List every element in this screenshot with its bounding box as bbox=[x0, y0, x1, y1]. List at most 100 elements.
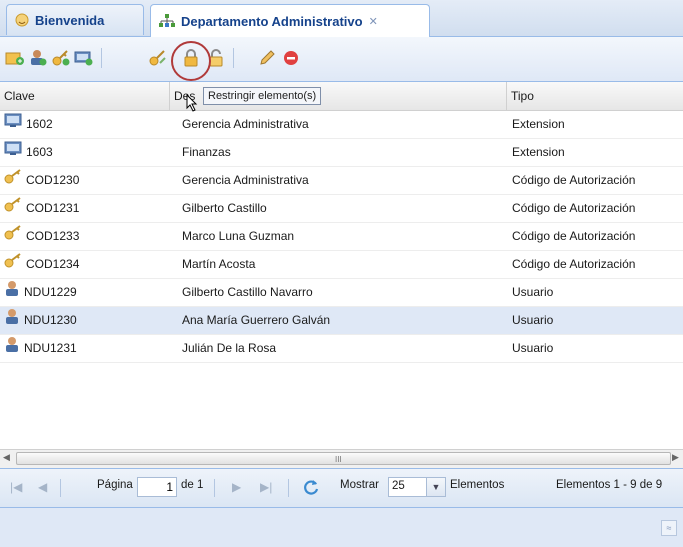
add-extension-button[interactable] bbox=[4, 47, 26, 69]
welcome-icon bbox=[15, 13, 29, 27]
column-header-tipo[interactable]: Tipo bbox=[507, 82, 683, 110]
table-row[interactable]: 1603 Finanzas Extension bbox=[0, 139, 683, 167]
device-add-icon bbox=[74, 51, 93, 66]
close-tab-icon[interactable]: ✕ bbox=[369, 15, 378, 28]
cell-clave: NDU1231 bbox=[4, 335, 77, 362]
page-size-value: 25 bbox=[392, 480, 405, 492]
pager-separator bbox=[288, 479, 289, 497]
table-row[interactable]: COD1230 Gerencia Administrativa Código de … bbox=[0, 167, 683, 195]
cell-tipo: Código de Autorización bbox=[512, 257, 636, 271]
key-add-icon bbox=[52, 50, 70, 66]
cell-descripcion: Gerencia Administrativa bbox=[182, 173, 309, 187]
cell-clave: 1603 bbox=[4, 139, 53, 166]
show-label: Mostrar bbox=[340, 479, 379, 491]
table-row[interactable]: NDU1229 Gilberto Castillo Navarro Usuario bbox=[0, 279, 683, 307]
highlight-circle bbox=[171, 41, 211, 81]
toolbar-separator bbox=[233, 48, 234, 68]
column-header-clave[interactable]: Clave bbox=[0, 82, 170, 110]
cell-descripcion: Gerencia Administrativa bbox=[182, 117, 309, 131]
cell-clave: NDU1230 bbox=[4, 307, 77, 334]
elements-label: Elementos bbox=[450, 479, 505, 491]
tab-bar: Bienvenida Departamento Administrativo ✕ bbox=[0, 0, 683, 37]
cell-descripcion: Julián De la Rosa bbox=[182, 341, 277, 355]
pager-separator bbox=[60, 479, 61, 497]
clave-text: 1603 bbox=[26, 145, 53, 159]
last-page-icon[interactable]: ▶| bbox=[260, 480, 272, 494]
tab-label: Departamento Administrativo bbox=[181, 13, 363, 29]
key-icon bbox=[4, 195, 22, 222]
folder-add-icon bbox=[5, 52, 24, 65]
user-icon bbox=[4, 279, 20, 306]
tab-bienvenida[interactable]: Bienvenida bbox=[6, 4, 144, 35]
add-user-button[interactable] bbox=[27, 47, 49, 69]
scroll-right-icon[interactable]: ▶ bbox=[672, 452, 679, 463]
page-number-input[interactable] bbox=[137, 477, 177, 497]
cell-descripcion: Martín Acosta bbox=[182, 257, 256, 271]
tooltip: Restringir elemento(s) bbox=[203, 87, 322, 105]
clave-text: COD1231 bbox=[26, 201, 80, 215]
mouse-cursor-icon bbox=[186, 94, 198, 112]
cell-tipo: Código de Autorización bbox=[512, 173, 636, 187]
cell-descripcion: Finanzas bbox=[182, 145, 231, 159]
page-size-select[interactable]: 25 ▼ bbox=[388, 477, 446, 497]
cell-descripcion: Gilberto Castillo Navarro bbox=[182, 285, 313, 299]
cell-clave: COD1233 bbox=[4, 223, 79, 250]
cell-tipo: Código de Autorización bbox=[512, 201, 636, 215]
refresh-icon[interactable] bbox=[302, 478, 320, 499]
key-edit-icon bbox=[149, 50, 166, 66]
collapse-icon[interactable]: ≈ bbox=[661, 520, 677, 536]
pencil-icon bbox=[260, 50, 275, 65]
horizontal-scrollbar[interactable]: ◀ III ▶ bbox=[0, 449, 683, 468]
scrollbar-grip: III bbox=[335, 455, 342, 464]
cell-clave: NDU1229 bbox=[4, 279, 77, 306]
cell-descripcion: Ana María Guerrero Galván bbox=[182, 313, 331, 327]
pager-separator bbox=[214, 479, 215, 497]
cell-descripcion: Gilberto Castillo bbox=[182, 201, 267, 215]
add-code-button[interactable] bbox=[50, 47, 72, 69]
first-page-icon[interactable]: |◀ bbox=[10, 480, 22, 494]
table-row[interactable]: COD1233 Marco Luna Guzman Código de Autori… bbox=[0, 223, 683, 251]
edit-code-button[interactable] bbox=[147, 47, 169, 69]
cell-tipo: Código de Autorización bbox=[512, 229, 636, 243]
table-row[interactable]: NDU1231 Julián De la Rosa Usuario bbox=[0, 335, 683, 363]
org-chart-icon bbox=[159, 14, 175, 28]
cell-tipo: Extension bbox=[512, 145, 565, 159]
prev-page-icon[interactable]: ◀ bbox=[38, 480, 47, 494]
key-icon bbox=[4, 251, 22, 278]
footer-bar: ≈ bbox=[0, 507, 683, 547]
cell-tipo: Usuario bbox=[512, 341, 554, 355]
tab-departamento-administrativo[interactable]: Departamento Administrativo ✕ bbox=[150, 4, 430, 37]
cell-clave: COD1234 bbox=[4, 251, 79, 278]
next-page-icon[interactable]: ▶ bbox=[232, 480, 241, 494]
cell-tipo: Usuario bbox=[512, 313, 554, 327]
delete-button[interactable] bbox=[280, 47, 302, 69]
user-add-icon bbox=[31, 50, 47, 66]
table-row[interactable]: NDU1230 Ana María Guerrero Galván Usuario bbox=[0, 307, 683, 335]
table-row[interactable]: COD1234 Martín Acosta Código de Autorizaci… bbox=[0, 251, 683, 279]
cell-tipo: Usuario bbox=[512, 285, 554, 299]
paging-toolbar: |◀ ◀ Página de 1 ▶ ▶| Mostrar 25 ▼ Eleme… bbox=[0, 468, 683, 507]
clave-text: COD1233 bbox=[26, 229, 80, 243]
key-icon bbox=[4, 223, 22, 250]
toolbar-separator bbox=[101, 48, 102, 68]
add-device-button[interactable] bbox=[73, 47, 95, 69]
user-icon bbox=[4, 307, 20, 334]
table-row[interactable]: 1602 Gerencia Administrativa Extension bbox=[0, 111, 683, 139]
grid-header: Clave Des Tipo bbox=[0, 82, 683, 111]
clave-text: NDU1230 bbox=[24, 313, 77, 327]
extension-icon bbox=[4, 139, 22, 166]
edit-button[interactable] bbox=[256, 47, 278, 69]
cell-clave: 1602 bbox=[4, 111, 53, 138]
table-row[interactable]: COD1231 Gilberto Castillo Código de Autori… bbox=[0, 195, 683, 223]
key-icon bbox=[4, 167, 22, 194]
scrollbar-thumb[interactable]: III bbox=[16, 452, 671, 465]
cell-descripcion: Marco Luna Guzman bbox=[182, 229, 295, 243]
scroll-left-icon[interactable]: ◀ bbox=[3, 452, 10, 463]
chevron-down-icon[interactable]: ▼ bbox=[426, 478, 445, 496]
cell-clave: COD1230 bbox=[4, 167, 79, 194]
toolbar bbox=[0, 37, 683, 82]
clave-text: NDU1231 bbox=[24, 341, 77, 355]
delete-icon bbox=[284, 51, 298, 65]
tab-label: Bienvenida bbox=[35, 12, 105, 28]
cell-tipo: Extension bbox=[512, 117, 565, 131]
